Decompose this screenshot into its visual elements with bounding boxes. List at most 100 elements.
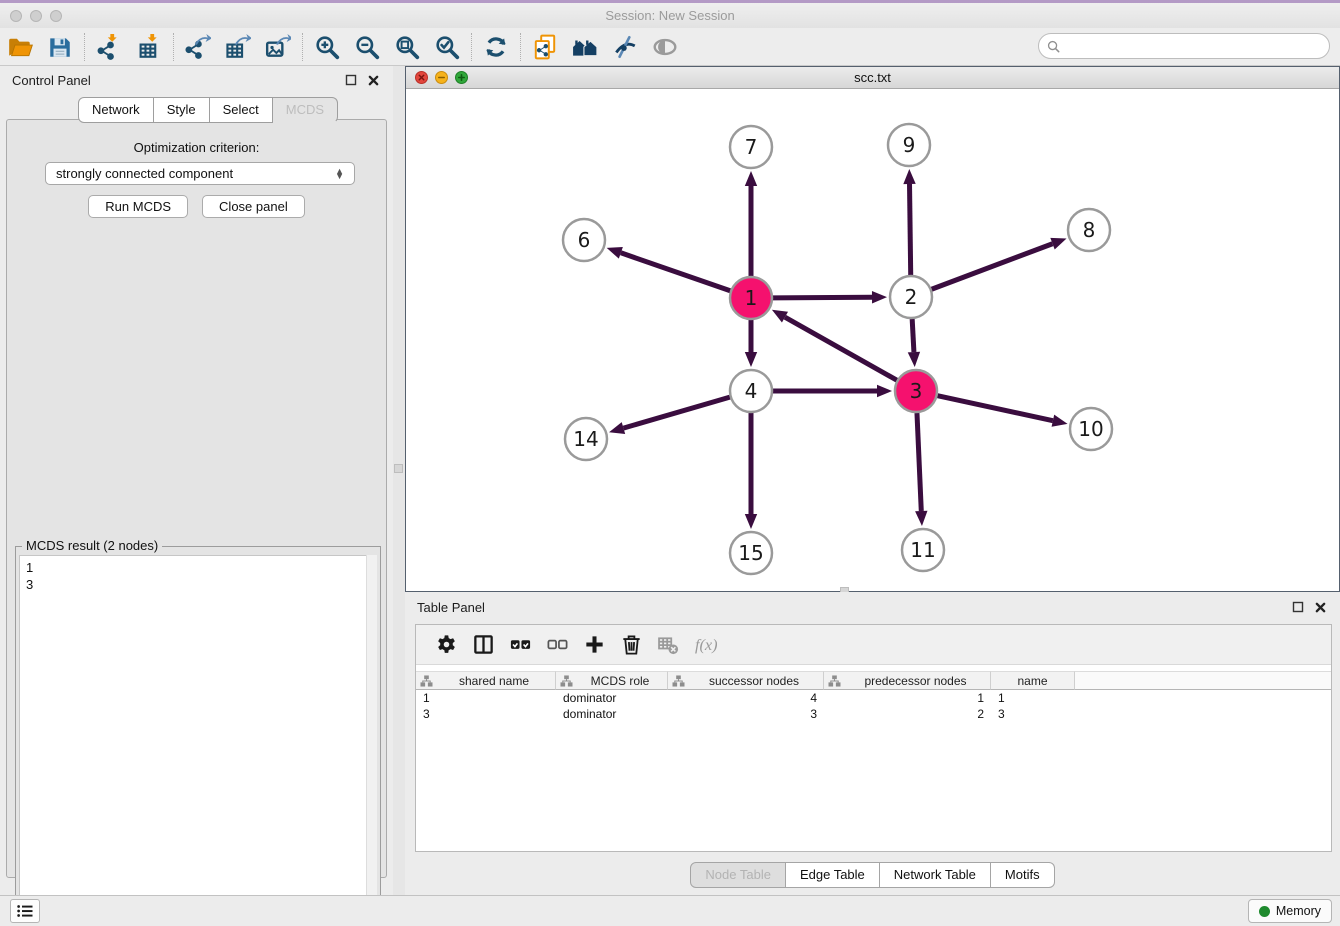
edge-1-6[interactable]	[621, 253, 730, 291]
edge-arrowhead	[1052, 415, 1068, 427]
node-label-7: 7	[745, 135, 758, 159]
open-file-button[interactable]	[0, 31, 40, 63]
add-column-button[interactable]	[576, 629, 613, 661]
refresh-button[interactable]	[476, 31, 516, 63]
delete-table-disabled-button	[650, 629, 687, 661]
copy-network-button[interactable]	[525, 31, 565, 63]
import-table-button[interactable]	[129, 31, 169, 63]
tab-style[interactable]: Style	[154, 97, 210, 123]
column-header-predecessor-nodes[interactable]: predecessor nodes	[824, 671, 991, 690]
node-table-container: f(x) shared name MCDS role successor nodes…	[415, 624, 1332, 852]
edge-arrowhead	[607, 247, 623, 259]
table-cell[interactable]: dominator	[556, 690, 668, 706]
toolbar-separator	[84, 33, 85, 61]
table-cell[interactable]: 3	[668, 706, 824, 722]
edge-2-8[interactable]	[932, 244, 1053, 290]
optimization-criterion-value: strongly connected component	[56, 166, 233, 181]
tab-mcds[interactable]: MCDS	[273, 97, 338, 123]
edge-3-10[interactable]	[937, 396, 1052, 421]
export-table-button[interactable]	[218, 31, 258, 63]
memory-button[interactable]: Memory	[1248, 899, 1332, 923]
app-titlebar: Session: New Session	[0, 3, 1340, 28]
table-cell[interactable]: 4	[668, 690, 824, 706]
save-session-button[interactable]	[40, 31, 80, 63]
close-panel-button[interactable]: Close panel	[202, 195, 305, 218]
search-box[interactable]	[1038, 33, 1330, 59]
mcds-result-text[interactable]: 1 3	[19, 555, 377, 917]
column-header-MCDS-role[interactable]: MCDS role	[556, 671, 668, 690]
edge-2-3[interactable]	[912, 319, 914, 352]
tab-edge-table[interactable]: Edge Table	[786, 862, 880, 888]
clear-column-selection-button[interactable]	[539, 629, 576, 661]
node-label-3: 3	[910, 379, 923, 403]
export-image-button[interactable]	[258, 31, 298, 63]
table-cell[interactable]: 3	[416, 706, 556, 722]
function-builder-disabled-button: f(x)	[687, 629, 724, 661]
zoom-fit-icon	[394, 34, 420, 60]
close-table-panel-icon[interactable]	[1312, 599, 1328, 615]
select-all-columns-button[interactable]	[502, 629, 539, 661]
table-cell[interactable]: 1	[991, 690, 1075, 706]
search-input[interactable]	[1065, 36, 1329, 56]
divider-grip[interactable]	[394, 464, 403, 473]
edge-1-2[interactable]	[773, 297, 872, 298]
import-network-button[interactable]	[89, 31, 129, 63]
tab-motifs[interactable]: Motifs	[991, 862, 1055, 888]
table-cell[interactable]: dominator	[556, 706, 668, 722]
import-network-icon	[96, 34, 122, 60]
column-header-label: successor nodes	[685, 674, 823, 688]
optimization-criterion-select[interactable]: strongly connected component ▲▼	[45, 162, 355, 185]
table-settings-button[interactable]	[428, 629, 465, 661]
tab-network[interactable]: Network	[78, 97, 154, 123]
node-label-2: 2	[905, 285, 918, 309]
column-header-shared-name[interactable]: shared name	[416, 671, 556, 690]
edge-arrowhead	[872, 291, 887, 303]
column-header-name[interactable]: name	[991, 671, 1075, 690]
column-header-successor-nodes[interactable]: successor nodes	[668, 671, 824, 690]
table-row[interactable]: 1dominator411	[416, 690, 1331, 706]
table-cell[interactable]: 3	[991, 706, 1075, 722]
network-window-titlebar[interactable]: scc.txt	[406, 67, 1339, 89]
main-toolbar	[0, 28, 1340, 66]
edge-4-14[interactable]	[623, 397, 729, 428]
add-column-icon	[583, 633, 606, 656]
node-label-11: 11	[910, 538, 935, 562]
zoom-in-button[interactable]	[307, 31, 347, 63]
float-table-panel-icon[interactable]	[1290, 599, 1306, 615]
table-row[interactable]: 3dominator323	[416, 706, 1331, 722]
tab-network-table[interactable]: Network Table	[880, 862, 991, 888]
column-type-icon	[420, 675, 433, 687]
list-icon	[16, 903, 34, 919]
show-details-disabled-icon	[652, 34, 678, 60]
edge-2-9[interactable]	[910, 184, 911, 275]
network-canvas[interactable]: 1234678910111415	[406, 89, 1339, 591]
export-image-icon	[265, 34, 291, 60]
column-header-label: MCDS role	[573, 674, 667, 688]
table-cell[interactable]: 2	[824, 706, 991, 722]
zoom-selected-button[interactable]	[427, 31, 467, 63]
zoom-fit-button[interactable]	[387, 31, 427, 63]
export-network-button[interactable]	[178, 31, 218, 63]
zoom-out-button[interactable]	[347, 31, 387, 63]
table-cell[interactable]: 1	[824, 690, 991, 706]
first-neighbors-button[interactable]	[565, 31, 605, 63]
mcds-result-scrollbar[interactable]	[366, 555, 377, 917]
hide-details-button[interactable]	[605, 31, 645, 63]
tab-node-table[interactable]: Node Table	[690, 862, 786, 888]
table-panel: Table Panel f(x) shared nameMCDS rolesuc…	[405, 592, 1340, 895]
tab-select[interactable]: Select	[210, 97, 273, 123]
split-columns-button[interactable]	[465, 629, 502, 661]
split-columns-icon	[472, 633, 495, 656]
panel-divider[interactable]	[393, 66, 405, 895]
edge-3-1[interactable]	[785, 317, 897, 380]
float-panel-icon[interactable]	[343, 72, 359, 88]
close-panel-icon[interactable]	[365, 72, 381, 88]
node-label-9: 9	[903, 133, 916, 157]
edge-3-11[interactable]	[917, 413, 921, 511]
memory-button-label: Memory	[1276, 904, 1321, 918]
delete-column-button[interactable]	[613, 629, 650, 661]
zoom-selected-icon	[434, 34, 460, 60]
table-cell[interactable]: 1	[416, 690, 556, 706]
run-mcds-button[interactable]: Run MCDS	[88, 195, 188, 218]
task-history-button[interactable]	[10, 899, 40, 923]
